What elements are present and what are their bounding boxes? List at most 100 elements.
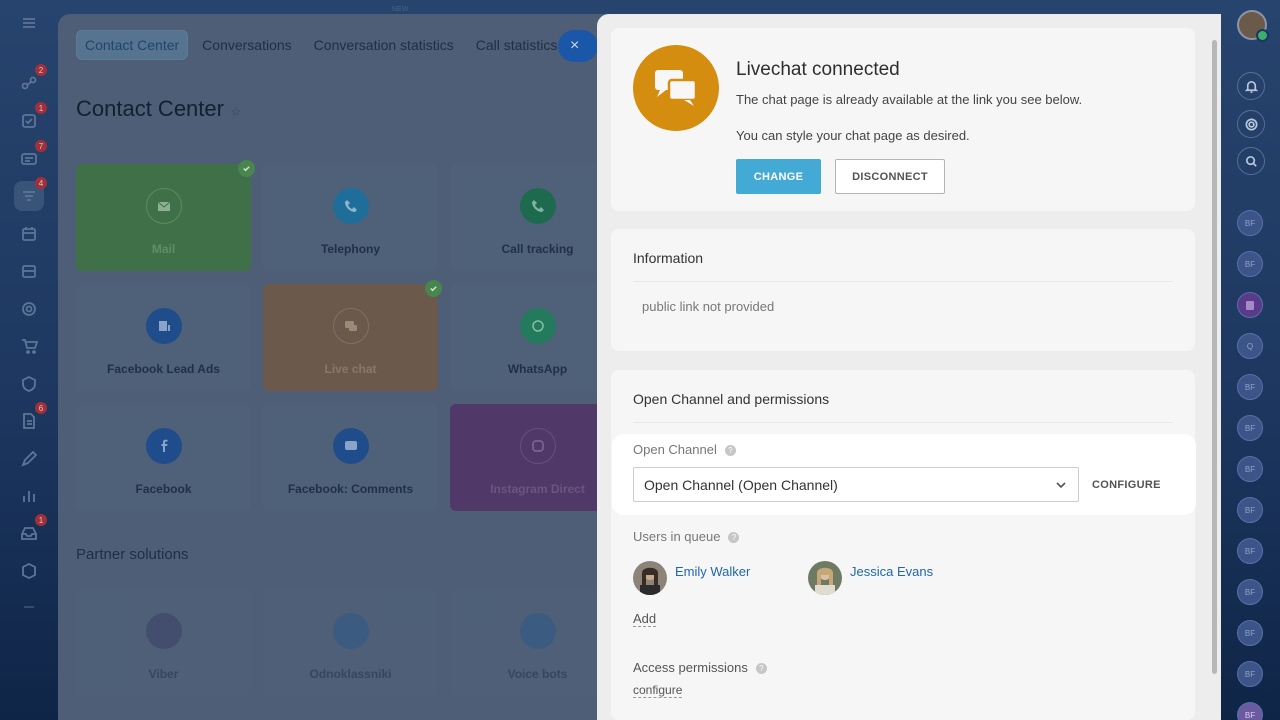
contact-avatar[interactable]: BF <box>1237 251 1263 277</box>
call-tracking-icon <box>519 188 556 224</box>
user-name[interactable]: Jessica Evans <box>850 564 933 579</box>
tab-contact-center[interactable]: Contact Center <box>76 30 189 60</box>
shield-icon[interactable] <box>14 369 44 399</box>
scrollbar[interactable] <box>1212 40 1217 674</box>
left-sidebar: 2 1 7 4 6 1 <box>0 0 58 720</box>
tile-label: Telephony <box>320 242 381 256</box>
search-chat-icon[interactable] <box>1237 147 1265 175</box>
tile-call-tracking[interactable]: Call tracking <box>450 164 618 271</box>
contact-avatar[interactable]: BF <box>1237 702 1263 720</box>
tile-label: Call tracking <box>501 242 574 256</box>
help-icon[interactable]: ? <box>755 663 767 674</box>
contact-avatar[interactable]: BF <box>1237 456 1263 482</box>
inbox-icon[interactable]: 1 <box>14 514 47 548</box>
page-title-text: Contact Center <box>76 96 224 121</box>
tile-telephony[interactable]: Telephony <box>263 164 438 271</box>
bell-icon[interactable] <box>1237 72 1265 100</box>
crm-badge: 2 <box>35 64 47 76</box>
tile-facebook[interactable]: Facebook <box>76 404 251 511</box>
livechat-chat-icon <box>633 45 719 131</box>
close-icon: × <box>570 37 580 54</box>
user-avatar[interactable] <box>1237 10 1269 42</box>
cart-icon[interactable] <box>14 331 44 361</box>
crm-icon[interactable]: 2 <box>14 64 47 98</box>
partner-solutions-title: Partner solutions <box>76 546 189 563</box>
tile-label: Facebook Lead Ads <box>107 362 220 376</box>
tile-label: Odnoklassniki <box>309 667 392 681</box>
analytics-icon[interactable] <box>14 481 44 511</box>
tile-instagram-direct[interactable]: Instagram Direct <box>450 404 618 511</box>
tile-partner-voice-bots[interactable]: Voice bots <box>450 589 618 696</box>
contact-center-panel: Contact Center Conversations Conversatio… <box>58 14 618 720</box>
contact-avatar[interactable]: BF <box>1237 497 1263 523</box>
tab-conversation-statistics[interactable]: Conversation statistics <box>306 31 462 59</box>
open-channel-select[interactable]: Open Channel (Open Channel) <box>633 467 1079 502</box>
open-channel-card: Open Channel and permissions Users in qu… <box>611 370 1195 720</box>
configure-permissions-link[interactable]: configure <box>633 683 683 698</box>
tile-label: Facebook: Comments <box>287 482 414 496</box>
pulse-icon[interactable] <box>1237 110 1265 138</box>
tile-label: Facebook <box>135 482 192 496</box>
contact-avatar[interactable]: BF <box>1237 374 1263 400</box>
contact-avatar[interactable]: Q <box>1237 333 1263 359</box>
more-icon[interactable] <box>14 592 44 622</box>
calendar-icon[interactable] <box>14 219 44 249</box>
tab-conversations[interactable]: Conversations <box>194 31 300 59</box>
tile-facebook-lead-ads[interactable]: Facebook Lead Ads <box>76 284 251 391</box>
tile-facebook-comments[interactable]: Facebook: Comments <box>263 404 438 511</box>
contact-avatar[interactable]: BF <box>1237 210 1263 236</box>
tasks-icon[interactable]: 1 <box>14 102 47 136</box>
help-icon[interactable]: ? <box>724 445 736 456</box>
information-card: Information public link not provided <box>611 229 1195 351</box>
tile-whatsapp[interactable]: WhatsApp <box>450 284 618 391</box>
chat-icon[interactable]: 7 <box>14 140 47 174</box>
queue-user-emily[interactable]: Emily Walker <box>633 561 750 595</box>
tab-call-statistics[interactable]: Call statistics <box>468 31 566 59</box>
close-slider-button[interactable]: × <box>558 30 598 62</box>
menu-icon[interactable] <box>14 8 44 38</box>
livechat-slider: Livechat connected The chat page is alre… <box>597 14 1221 720</box>
pen-icon[interactable] <box>14 444 44 474</box>
divider <box>633 281 1173 282</box>
disconnect-button[interactable]: DISCONNECT <box>835 159 945 194</box>
star-icon[interactable]: ☆ <box>230 104 242 119</box>
funnel-icon[interactable]: 4 <box>14 177 47 211</box>
drive-icon[interactable] <box>14 256 44 286</box>
contact-avatar[interactable]: BF <box>1237 415 1263 441</box>
tile-label: Instagram Direct <box>490 482 585 496</box>
odnoklassniki-icon <box>332 613 369 649</box>
contact-avatar[interactable] <box>1237 292 1263 318</box>
tasks-badge: 1 <box>35 102 47 114</box>
help-icon[interactable]: ? <box>728 532 740 543</box>
configure-button[interactable]: CONFIGURE <box>1092 479 1161 491</box>
open-channel-title: Open Channel and permissions <box>633 391 830 407</box>
connected-check-icon <box>238 160 255 177</box>
document-icon[interactable]: 6 <box>14 402 47 436</box>
avatar <box>808 561 842 595</box>
tile-label: Voice bots <box>507 667 568 681</box>
cube-icon[interactable] <box>14 556 44 586</box>
user-name[interactable]: Emily Walker <box>675 564 750 579</box>
page-title: Contact Center ☆ <box>76 96 242 122</box>
add-user-link[interactable]: Add <box>633 611 657 627</box>
queue-user-jessica[interactable]: Jessica Evans <box>808 561 933 595</box>
tile-live-chat[interactable]: Live chat <box>263 280 442 391</box>
online-status-icon <box>1256 29 1269 42</box>
microphone-icon <box>519 613 556 649</box>
new-tag: NEW <box>392 6 409 13</box>
contact-avatar[interactable]: BF <box>1237 538 1263 564</box>
tile-mail[interactable]: Mail <box>76 160 255 271</box>
tile-partner-odnoklassniki[interactable]: Odnoklassniki <box>263 589 438 696</box>
contact-avatar[interactable]: BF <box>1237 620 1263 646</box>
connected-check-icon <box>425 280 442 297</box>
contact-avatar[interactable]: BF <box>1237 579 1263 605</box>
livechat-description: The chat page is already available at th… <box>736 92 1083 107</box>
mail-icon <box>145 188 182 224</box>
tile-partner-viber[interactable]: Viber <box>76 589 251 696</box>
access-permissions-label: Access permissions? <box>633 660 767 675</box>
whatsapp-icon <box>519 308 556 344</box>
divider <box>633 422 1173 423</box>
contact-avatar[interactable]: BF <box>1237 661 1263 687</box>
change-button[interactable]: CHANGE <box>736 159 821 194</box>
target-icon[interactable] <box>14 294 44 324</box>
